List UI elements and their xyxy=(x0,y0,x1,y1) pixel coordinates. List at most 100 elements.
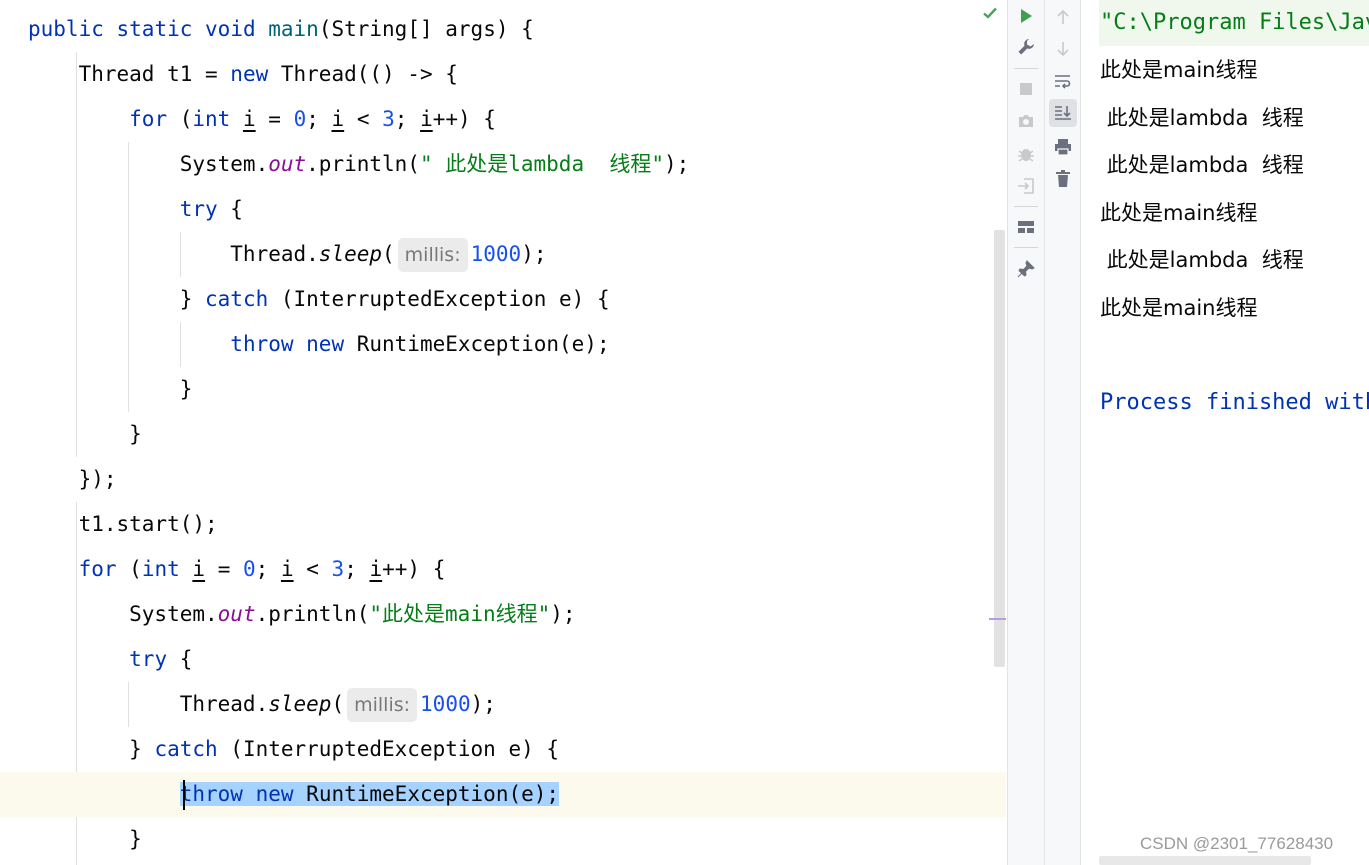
print-icon[interactable] xyxy=(1050,134,1076,160)
code-token: i xyxy=(242,107,256,131)
code-line[interactable]: throw new RuntimeException(e); xyxy=(0,772,1006,817)
code-token: ); xyxy=(664,152,690,176)
run-toolbar xyxy=(1007,0,1044,865)
pin-icon[interactable] xyxy=(1013,256,1039,282)
code-token: ( xyxy=(179,107,193,131)
code-token: ( xyxy=(129,557,142,581)
code-line[interactable]: public static void main(String[] args) { xyxy=(0,7,1006,52)
code-token xyxy=(242,782,256,806)
code-token: main xyxy=(268,17,319,41)
vertical-scrollbar[interactable] xyxy=(994,230,1005,667)
code-line[interactable]: } xyxy=(0,367,1006,412)
code-token: sleep xyxy=(318,242,383,266)
code-token: { xyxy=(179,647,193,671)
code-line[interactable]: } catch (InterruptedException e) { xyxy=(0,727,1006,772)
code-token: ( xyxy=(331,692,345,716)
code-token: " 此处是lambda 线程" xyxy=(419,152,665,176)
code-token: < xyxy=(293,557,332,581)
stop-icon[interactable] xyxy=(1013,76,1039,102)
code-line[interactable]: Thread.sleep(millis: 1000); xyxy=(0,232,1006,277)
soft-wrap-icon[interactable] xyxy=(1050,68,1076,94)
code-token: try xyxy=(179,197,231,221)
code-token: } xyxy=(28,287,206,311)
code-token: try xyxy=(129,647,180,671)
code-token: = xyxy=(205,557,243,581)
code-token: ++) { xyxy=(382,557,446,581)
code-token: for xyxy=(78,557,130,581)
code-line[interactable]: System.out.println("此处是main线程"); xyxy=(0,592,1006,637)
debug-icon[interactable] xyxy=(1013,141,1039,167)
code-token: ; xyxy=(306,107,332,131)
code-line[interactable]: try { xyxy=(0,187,1006,232)
code-token: for xyxy=(129,107,180,131)
up-arrow-icon[interactable] xyxy=(1050,4,1076,30)
code-token: Thread(() -> { xyxy=(280,62,458,86)
scroll-to-end-icon[interactable] xyxy=(1049,99,1077,127)
code-line[interactable]: } xyxy=(0,817,1006,862)
code-token: catch xyxy=(154,737,231,761)
horizontal-scrollbar[interactable] xyxy=(1099,856,1311,865)
code-token: 1000 xyxy=(420,692,471,716)
import-icon[interactable] xyxy=(1013,173,1039,199)
code-token: } xyxy=(28,377,193,401)
console-line: 此处是lambda 线程 xyxy=(1100,153,1304,177)
console-output[interactable]: "C:\Program Files\Java 此处是main线程 此处是lamb… xyxy=(1080,0,1369,865)
code-token: new xyxy=(255,782,294,806)
console-line: 此处是lambda 线程 xyxy=(1100,106,1304,130)
code-token: 0 xyxy=(293,107,307,131)
code-token: } xyxy=(28,422,142,446)
console-command-line: "C:\Program Files\Java xyxy=(1099,0,1369,46)
code-token: ); xyxy=(521,242,547,266)
code-line[interactable]: } xyxy=(0,412,1006,457)
parameter-hint: millis: xyxy=(397,238,468,272)
code-token: int xyxy=(192,107,243,131)
trash-icon[interactable] xyxy=(1050,166,1076,192)
code-token: throw xyxy=(179,782,243,806)
code-line[interactable]: }); xyxy=(0,457,1006,502)
code-token: Thread t1 = xyxy=(28,62,231,86)
wrench-icon[interactable] xyxy=(1013,34,1039,60)
code-token: ; xyxy=(394,107,421,131)
code-line[interactable]: System.out.println(" 此处是lambda 线程"); xyxy=(0,142,1006,187)
code-token: static xyxy=(116,17,206,41)
code-token: int xyxy=(141,557,193,581)
camera-icon[interactable] xyxy=(1013,108,1039,134)
code-line[interactable]: Thread t1 = new Thread(() -> { xyxy=(0,52,1006,97)
code-token: (InterruptedException e) { xyxy=(280,287,610,311)
code-token: t1.start(); xyxy=(28,512,218,536)
code-line[interactable]: Thread.sleep(millis: 1000); xyxy=(0,682,1006,727)
error-stripe-marker[interactable] xyxy=(989,618,1006,620)
code-token: System. xyxy=(28,152,269,176)
code-line[interactable]: t1.start(); xyxy=(0,502,1006,547)
code-token: } xyxy=(28,827,142,851)
code-token: { xyxy=(230,197,243,221)
code-line[interactable]: } catch (InterruptedException e) { xyxy=(0,277,1006,322)
code-token: out xyxy=(268,152,307,176)
code-token: i xyxy=(280,557,294,581)
code-editor[interactable]: public static void main(String[] args) {… xyxy=(0,0,1006,865)
rerun-icon[interactable] xyxy=(1013,3,1039,29)
code-line[interactable]: for (int i = 0; i < 3; i++) { xyxy=(0,97,1006,142)
code-token: (InterruptedException e) { xyxy=(230,737,560,761)
code-token: new xyxy=(306,332,357,356)
code-token: out xyxy=(217,602,256,626)
code-token: Thread. xyxy=(28,242,319,266)
code-token: RuntimeException(e); xyxy=(293,782,560,806)
code-line[interactable]: throw new RuntimeException(e); xyxy=(0,322,1006,367)
layout-icon[interactable] xyxy=(1013,214,1039,240)
code-token: ++) { xyxy=(432,107,496,131)
console-line: 此处是lambda 线程 xyxy=(1100,248,1304,272)
code-line[interactable]: try { xyxy=(0,637,1006,682)
code-token: ); xyxy=(470,692,496,716)
code-line[interactable]: for (int i = 0; i < 3; i++) { xyxy=(0,547,1006,592)
code-token: < xyxy=(344,107,383,131)
code-token: .println( xyxy=(306,152,420,176)
code-token: sleep xyxy=(268,692,332,716)
code-token: ; xyxy=(344,557,370,581)
code-token: void xyxy=(205,17,269,41)
down-arrow-icon[interactable] xyxy=(1050,36,1076,62)
code-token: (String[] args) { xyxy=(318,17,534,41)
